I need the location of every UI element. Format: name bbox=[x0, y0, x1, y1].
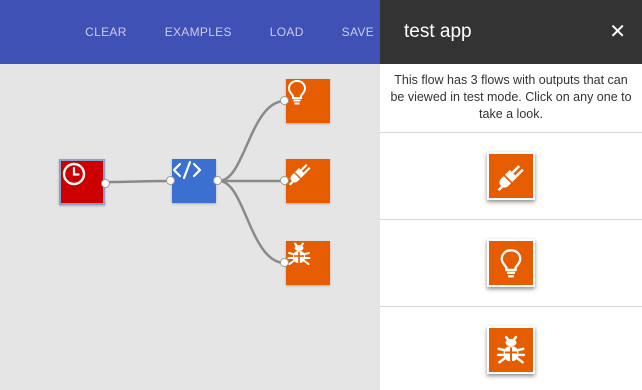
save-button[interactable]: SAVE bbox=[342, 25, 374, 39]
load-button[interactable]: LOAD bbox=[270, 25, 304, 39]
timer-node[interactable] bbox=[59, 159, 110, 205]
examples-button[interactable]: EXAMPLES bbox=[165, 25, 232, 39]
flow-item-plug[interactable] bbox=[380, 132, 642, 219]
flow-item-bug[interactable] bbox=[380, 306, 642, 390]
flow-canvas[interactable] bbox=[0, 64, 380, 390]
lightbulb-icon bbox=[487, 239, 535, 287]
bug-icon bbox=[487, 326, 535, 374]
code-icon bbox=[172, 160, 202, 180]
close-icon[interactable]: ✕ bbox=[609, 22, 626, 42]
panel-title: test app bbox=[404, 21, 472, 42]
panel-header: test app ✕ bbox=[380, 0, 642, 64]
clear-button[interactable]: CLEAR bbox=[85, 25, 127, 39]
plug-output-node[interactable] bbox=[280, 159, 330, 203]
output-port[interactable] bbox=[213, 176, 222, 185]
panel-description: This flow has 3 flows with outputs that … bbox=[390, 73, 632, 121]
plug-icon bbox=[289, 164, 311, 186]
output-port[interactable] bbox=[101, 179, 110, 188]
wire-code-to-bug bbox=[218, 179, 286, 265]
lightbulb-output-node[interactable] bbox=[280, 79, 330, 123]
wire-code-to-light bbox=[218, 99, 286, 183]
flow-item-lightbulb[interactable] bbox=[380, 219, 642, 306]
code-node[interactable] bbox=[166, 159, 222, 203]
wire-timer-to-code bbox=[103, 179, 172, 184]
bug-output-node[interactable] bbox=[280, 241, 330, 285]
test-mode-panel: test app ✕ This flow has 3 flows with ou… bbox=[380, 0, 642, 390]
lightbulb-icon bbox=[287, 79, 307, 105]
app-root: CLEAR EXAMPLES LOAD SAVE test app ✕ This… bbox=[0, 0, 642, 390]
clock-icon bbox=[62, 162, 86, 186]
plug-icon bbox=[487, 152, 535, 200]
bug-icon bbox=[287, 242, 311, 265]
toolbar: CLEAR EXAMPLES LOAD SAVE bbox=[0, 0, 380, 64]
